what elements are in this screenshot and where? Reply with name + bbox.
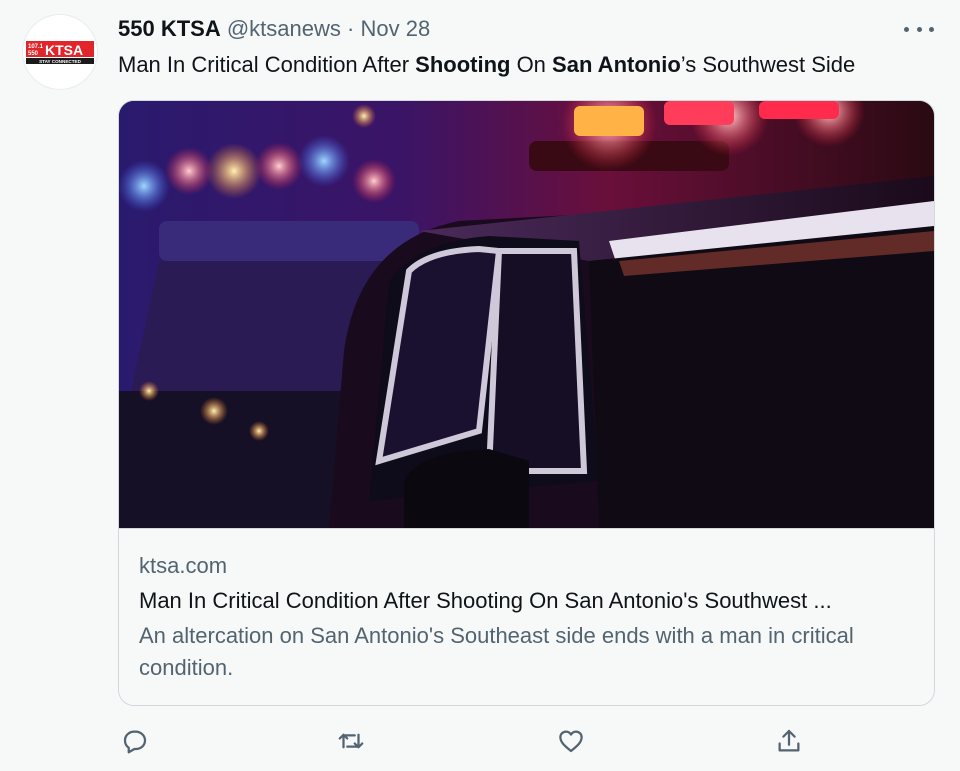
card-title: Man In Critical Condition After Shooting… (139, 588, 832, 613)
tweet-actions (118, 724, 800, 758)
handle[interactable]: @ktsanews (227, 16, 341, 41)
card-description: An altercation on San Antonio's Southeas… (139, 623, 854, 680)
timestamp[interactable]: Nov 28 (360, 16, 430, 41)
tweet-text-part: ’s Southwest Side (680, 52, 856, 77)
card-domain: ktsa.com (139, 553, 228, 578)
share-icon[interactable] (772, 724, 806, 758)
tweet-text-part: San Antonio (552, 52, 681, 77)
display-name[interactable]: 550 KTSA (118, 16, 221, 41)
tweet-text-part: On (510, 52, 553, 77)
reply-icon[interactable] (118, 724, 152, 758)
link-card[interactable]: ktsa.com Man In Critical Condition After… (118, 100, 935, 706)
svg-text:KTSA: KTSA (45, 42, 83, 58)
svg-text:550: 550 (28, 51, 39, 57)
tweet-header: 550 KTSA @ktsanews · Nov 28 (118, 14, 430, 44)
ktsa-logo-icon: 107.1 550 KTSA STAY CONNECTED (26, 41, 94, 64)
tweet-text: Man In Critical Condition After Shooting… (118, 50, 855, 80)
card-image[interactable] (119, 101, 934, 528)
svg-text:107.1: 107.1 (28, 44, 44, 50)
like-icon[interactable] (554, 724, 588, 758)
police-car-photo (119, 101, 934, 528)
avatar[interactable]: 107.1 550 KTSA STAY CONNECTED (22, 14, 98, 90)
card-body[interactable]: ktsa.com Man In Critical Condition After… (119, 528, 934, 705)
retweet-icon[interactable] (334, 724, 368, 758)
more-horizontal-icon[interactable] (904, 18, 934, 40)
tweet[interactable]: 107.1 550 KTSA STAY CONNECTED 550 KTSA @… (0, 0, 960, 771)
tweet-text-part: Shooting (415, 52, 511, 77)
svg-text:STAY CONNECTED: STAY CONNECTED (39, 59, 81, 64)
tweet-text-part: Man In Critical Condition After (118, 52, 416, 77)
separator-dot: · (347, 16, 355, 41)
